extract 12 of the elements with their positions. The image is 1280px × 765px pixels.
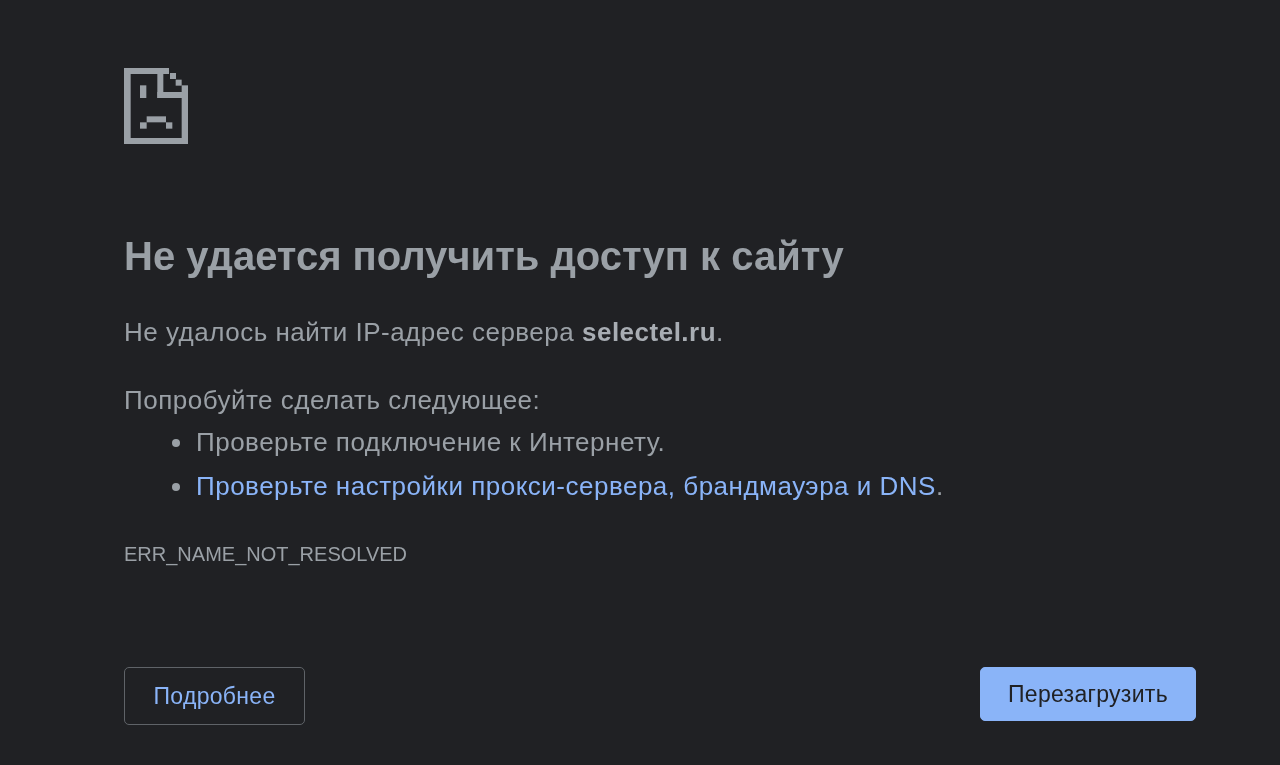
settings-link[interactable]: Проверьте настройки прокси-сервера, брандмауэра и DNS — [196, 471, 936, 501]
error-message: Не удалось найти IP-адрес сервера selectel.ru. — [124, 316, 725, 349]
details-button[interactable]: Подробнее — [124, 667, 305, 725]
page-heading: Не удается получить доступ к сайту — [124, 233, 845, 280]
suggestions-title: Попробуйте сделать следующее: — [124, 384, 542, 417]
bullet-icon — [172, 438, 180, 447]
sad-document-icon — [124, 68, 188, 144]
suggestion-text: Проверьте подключение к Интернету. — [196, 426, 666, 459]
suggestion-text: Проверьте настройки прокси-сервера, брандмауэра и DNS. — [196, 470, 944, 503]
bullet-icon — [172, 482, 180, 491]
reload-button[interactable]: Перезагрузить — [980, 667, 1196, 721]
error-code: ERR_NAME_NOT_RESOLVED — [124, 542, 409, 567]
